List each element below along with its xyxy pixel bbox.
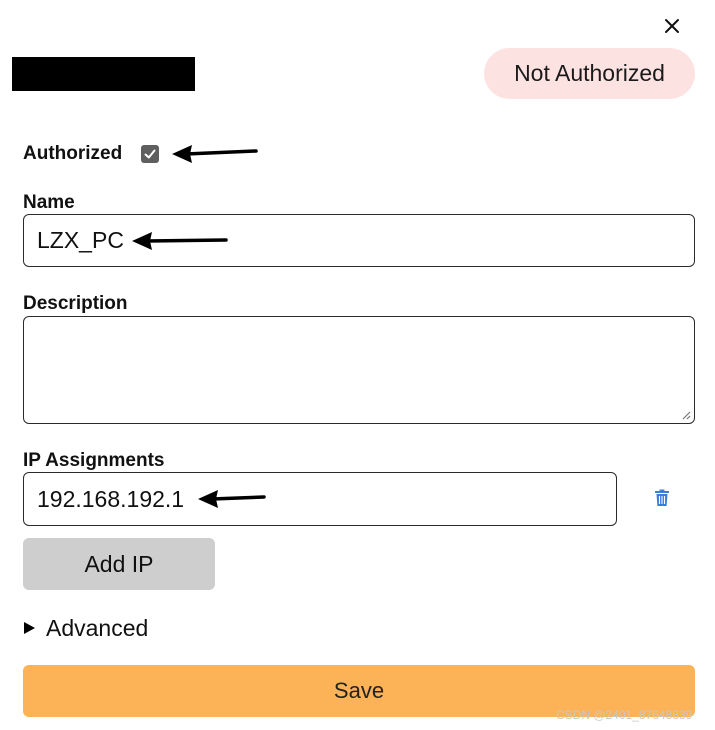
ip-address-field[interactable]: 192.168.192.1 — [23, 472, 617, 526]
close-button[interactable] — [658, 12, 686, 40]
close-icon — [665, 19, 679, 33]
ip-address-value: 192.168.192.1 — [37, 485, 185, 512]
authorized-checkbox[interactable] — [141, 145, 159, 163]
name-value: LZX_PC — [37, 227, 124, 253]
watermark: CSDN @2401_87648839 — [556, 708, 693, 722]
description-field[interactable] — [23, 316, 695, 424]
advanced-label: Advanced — [46, 614, 149, 641]
advanced-toggle[interactable]: Advanced — [23, 612, 148, 644]
status-badge: Not Authorized — [484, 48, 695, 99]
authorized-label: Authorized — [23, 143, 123, 164]
redacted-title — [12, 57, 195, 91]
resize-handle-icon[interactable] — [681, 410, 691, 420]
triangle-right-icon — [24, 622, 35, 634]
name-field[interactable]: LZX_PC — [23, 214, 695, 267]
add-ip-button[interactable]: Add IP — [23, 538, 215, 590]
annotation-arrow-authorized — [172, 145, 258, 163]
trash-icon — [655, 489, 669, 506]
checkmark-icon — [144, 149, 156, 159]
name-label: Name — [23, 192, 75, 213]
delete-ip-button[interactable] — [650, 486, 674, 510]
description-label: Description — [23, 293, 128, 314]
ip-assignments-label: IP Assignments — [23, 450, 165, 471]
